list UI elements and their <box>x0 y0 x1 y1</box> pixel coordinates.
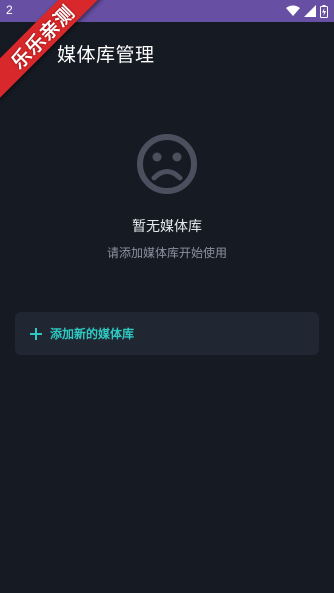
signal-icon <box>304 5 316 17</box>
empty-state-subtitle: 请添加媒体库开始使用 <box>106 246 227 260</box>
page-title: 媒体库管理 <box>57 44 155 66</box>
add-library-label: 添加新的媒体库 <box>50 327 135 341</box>
add-library-button[interactable]: 添加新的媒体库 <box>15 312 319 355</box>
plus-icon <box>30 327 42 340</box>
status-time: 2 <box>6 3 13 17</box>
status-icons <box>286 4 328 18</box>
battery-icon <box>320 4 328 18</box>
wifi-icon <box>286 5 300 17</box>
sad-face-icon <box>136 133 198 195</box>
empty-state-title: 暂无媒体库 <box>132 219 202 235</box>
